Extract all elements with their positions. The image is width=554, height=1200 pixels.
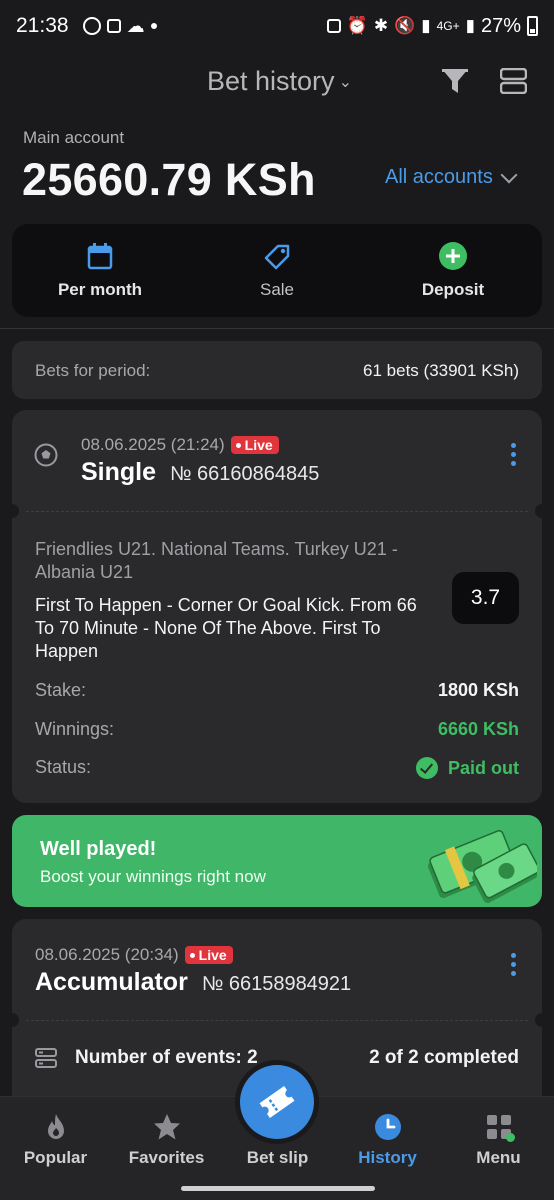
events-count-label: Number of events: 2 — [75, 1047, 258, 1068]
bet-datetime: 08.06.2025 (21:24) Live — [81, 435, 279, 455]
nav-menu-label: Menu — [476, 1148, 521, 1167]
card-notch — [535, 504, 549, 518]
bet-datetime-text: 08.06.2025 (20:34) — [35, 945, 179, 964]
page-title: Bet history — [207, 66, 335, 96]
deposit-label: Deposit — [421, 280, 485, 299]
plus-circle-icon — [439, 242, 467, 270]
period-value: 61 bets (33901 KSh) — [363, 361, 519, 380]
bet-type-label: Accumulator — [35, 968, 188, 996]
nav-bet-slip-label: Bet slip — [246, 1148, 309, 1167]
nav-favorites-label: Favorites — [128, 1148, 205, 1167]
filter-icon[interactable] — [441, 68, 469, 94]
page-title-dropdown[interactable]: Bet history ⌄ — [207, 66, 352, 97]
promo-subtitle: Boost your winnings right now — [40, 867, 266, 886]
account-label: Main account — [23, 128, 125, 147]
events-progress: 2 of 2 completed — [369, 1047, 519, 1068]
period-label: Bets for period: — [35, 361, 151, 380]
stake-value: 1800 KSh — [437, 680, 519, 700]
top-bar: Bet history ⌄ — [0, 52, 554, 110]
account-balance: 25660.79 KSh — [22, 154, 316, 205]
bluetooth-icon: ✱ — [373, 16, 389, 35]
check-circle-icon — [416, 757, 438, 779]
winnings-value: 6660 KSh — [437, 719, 519, 739]
nav-menu[interactable]: Menu — [443, 1097, 554, 1200]
bets-period-summary: Bets for period: 61 bets (33901 KSh) — [12, 341, 542, 399]
ticket-icon — [259, 1086, 295, 1118]
bet-type-label: Single — [81, 458, 157, 486]
live-badge: Live — [230, 436, 279, 454]
nav-popular-label: Popular — [23, 1148, 88, 1167]
deposit-button[interactable]: Deposit — [365, 224, 541, 317]
odds-badge: 3.7 — [452, 572, 519, 624]
signal-icon: ▮ — [421, 16, 431, 35]
bet-number: № 66160864845 — [170, 463, 320, 485]
whatsapp-icon — [82, 17, 101, 35]
status-time: 21:38 — [16, 14, 69, 37]
status-bar: 21:38 ☁ ⏰ ✱ 🔇 ▮ 4G+ ▮ 27% — [0, 0, 554, 52]
notification-dot — [506, 1133, 515, 1142]
alarm-icon: ⏰ — [346, 16, 368, 35]
network-type: 4G+ — [436, 19, 460, 33]
card-notch — [5, 504, 19, 518]
sale-label: Sale — [259, 280, 295, 299]
layout-toggle-icon[interactable] — [500, 68, 527, 94]
home-indicator — [181, 1186, 375, 1191]
bet-datetime-text: 08.06.2025 (21:24) — [81, 435, 225, 454]
stake-row: Stake: 1800 KSh — [35, 680, 519, 701]
card-notch — [5, 1013, 19, 1027]
cloud-icon: ☁ — [126, 15, 145, 36]
bet-slip-fab[interactable] — [240, 1065, 314, 1139]
bet-type: Single № 66160864845 — [81, 458, 319, 487]
per-month-label: Per month — [57, 280, 143, 299]
flame-icon — [47, 1114, 64, 1139]
notification-dot-icon — [150, 23, 157, 29]
snapchat-icon — [106, 19, 121, 33]
status-value: Paid out — [416, 757, 519, 779]
all-accounts-label: All accounts — [385, 166, 493, 188]
sale-button[interactable]: Sale — [189, 224, 365, 317]
status-row: Status: Paid out — [35, 757, 519, 779]
card-dashed-divider — [26, 511, 528, 512]
football-icon — [34, 443, 58, 467]
winnings-row: Winnings: 6660 KSh — [35, 719, 519, 740]
actions-panel: Per month Sale Deposit — [12, 224, 542, 317]
battery-percent: 27% — [480, 14, 521, 37]
app-notification-icon — [326, 19, 341, 33]
tag-icon — [264, 244, 290, 270]
mute-icon: 🔇 — [394, 16, 416, 35]
star-icon — [153, 1114, 180, 1140]
live-badge: Live — [184, 946, 233, 964]
money-illustration-icon — [427, 830, 537, 904]
calendar-icon — [87, 243, 113, 270]
bet-card-single[interactable]: 08.06.2025 (21:24) Live Single № 6616086… — [5, 410, 549, 803]
promo-title: Well played! — [40, 838, 157, 860]
bet-pick: First To Happen - Corner Or Goal Kick. F… — [35, 595, 417, 661]
status-text: Paid out — [448, 757, 519, 778]
clock-icon — [374, 1114, 401, 1140]
more-options-icon[interactable] — [511, 953, 517, 976]
nav-history-label: History — [358, 1148, 417, 1167]
chevron-down-icon — [500, 166, 518, 183]
bet-number: № 66158984921 — [201, 973, 352, 995]
signal-bars-icon: ▮ — [465, 16, 475, 35]
promo-banner[interactable]: Well played! Boost your winnings right n… — [12, 815, 542, 907]
nav-history[interactable]: History — [332, 1097, 443, 1200]
card-dashed-divider — [26, 1020, 528, 1021]
nav-popular[interactable]: Popular — [0, 1097, 111, 1200]
winnings-label: Winnings: — [35, 719, 115, 739]
all-accounts-dropdown[interactable]: All accounts — [385, 166, 518, 189]
chevron-down-icon: ⌄ — [338, 73, 352, 91]
event-name: Friendlies U21. National Teams. Turkey U… — [35, 539, 398, 582]
battery-icon — [527, 16, 538, 36]
status-label: Status: — [35, 757, 92, 777]
stake-label: Stake: — [35, 680, 87, 700]
section-divider — [0, 328, 554, 329]
nav-favorites[interactable]: Favorites — [111, 1097, 222, 1200]
events-list-icon — [35, 1048, 57, 1068]
card-notch — [535, 1013, 549, 1027]
more-options-icon[interactable] — [511, 443, 517, 466]
bet-datetime: 08.06.2025 (20:34) Live — [35, 945, 233, 965]
bet-type: Accumulator № 66158984921 — [35, 968, 351, 997]
per-month-button[interactable]: Per month — [12, 224, 188, 317]
